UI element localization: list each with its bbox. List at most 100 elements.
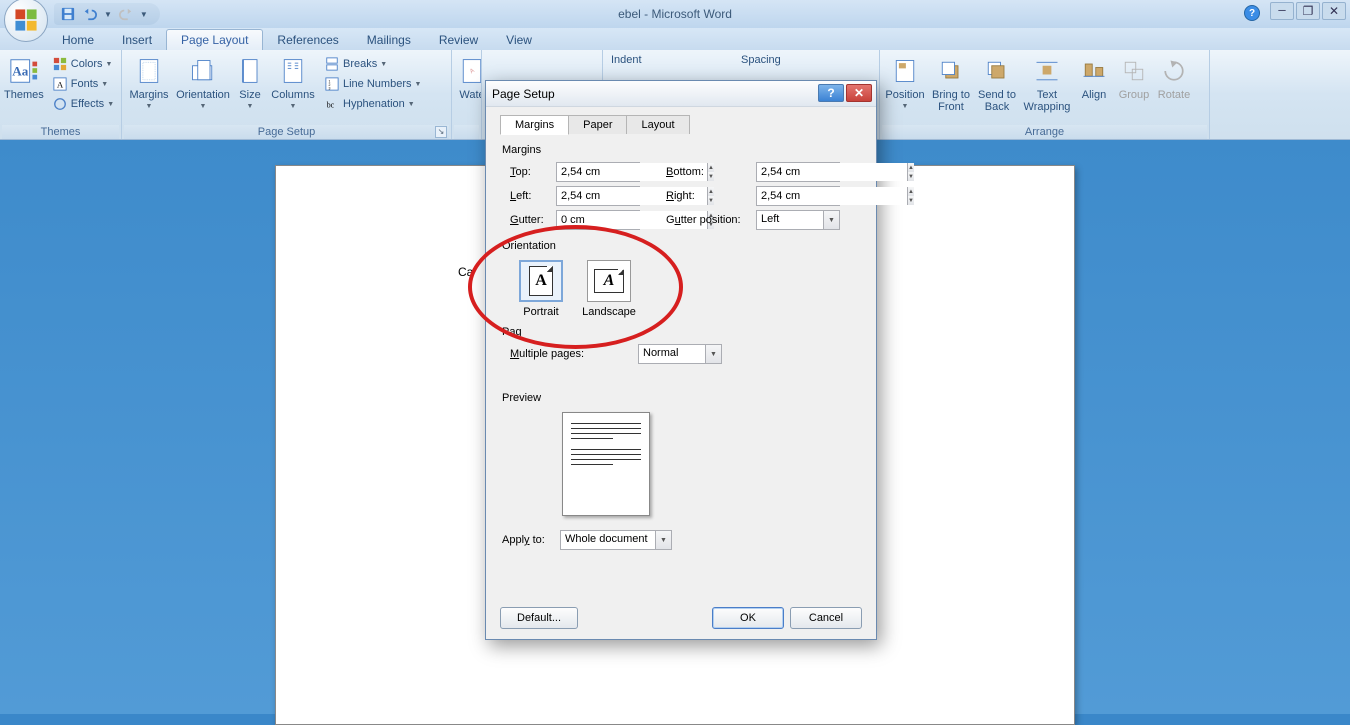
menu-bar: Home Insert Page Layout References Maili…: [0, 28, 1350, 50]
ribbon-group-label: Page Setup↘: [124, 125, 449, 139]
portrait-button[interactable]: A Portrait: [516, 260, 566, 318]
dialog-tab-margins[interactable]: Margins: [500, 115, 569, 135]
minimize-button[interactable]: ─: [1270, 2, 1294, 20]
position-icon: [889, 55, 921, 87]
help-icon[interactable]: ?: [1244, 5, 1260, 21]
right-spinner[interactable]: ▲▼: [756, 186, 840, 206]
line-numbers-button[interactable]: 123Line Numbers ▼: [320, 74, 425, 94]
quick-access-toolbar: ▼ ▼: [54, 3, 160, 25]
send-back-icon: [981, 55, 1013, 87]
save-icon[interactable]: [60, 6, 76, 22]
rotate-button[interactable]: Rotate: [1154, 52, 1194, 104]
svg-text:Aa: Aa: [12, 64, 28, 79]
gutter-position-select[interactable]: Left▼: [756, 210, 840, 230]
landscape-icon: A: [587, 260, 631, 302]
themes-icon: Aa: [8, 55, 40, 87]
office-button[interactable]: [4, 0, 48, 42]
ribbon-group-themes: Aa Themes Colors ▼ AFonts ▼ Effects ▼ Th…: [0, 50, 122, 139]
breaks-icon: [324, 56, 340, 72]
close-button[interactable]: ✕: [1322, 2, 1346, 20]
themes-button[interactable]: Aa Themes: [2, 52, 46, 104]
multiple-pages-label: Multiple pages:: [502, 348, 632, 360]
ribbon-group-label: Arrange: [882, 125, 1207, 139]
qat-customize-icon[interactable]: ▼: [140, 10, 148, 19]
top-spinner[interactable]: ▲▼: [556, 162, 640, 182]
dialog-tab-paper[interactable]: Paper: [568, 115, 627, 135]
redo-icon[interactable]: [118, 6, 134, 22]
dropdown-icon[interactable]: ▼: [705, 345, 721, 363]
left-label: Left:: [502, 190, 550, 202]
gutter-label: Gutter:: [502, 214, 550, 226]
dialog-help-button[interactable]: ?: [818, 84, 844, 102]
dialog-tabs: Margins Paper Layout: [486, 107, 876, 135]
preview-section-label: Preview: [502, 392, 860, 404]
text-wrapping-button[interactable]: Text Wrapping: [1020, 52, 1074, 116]
spacing-label: Spacing: [741, 54, 871, 66]
tab-view[interactable]: View: [492, 30, 546, 50]
ribbon-group-page-setup: Margins▼ Orientation▼ Size▼ Columns▼ Bre…: [122, 50, 452, 139]
fonts-button[interactable]: AFonts ▼: [48, 74, 118, 94]
ribbon-group-arrange: Position▼ Bring to Front Send to Back Te…: [880, 50, 1210, 139]
pages-section-label: Pag: [502, 326, 860, 338]
cancel-button[interactable]: Cancel: [790, 607, 862, 629]
effects-button[interactable]: Effects ▼: [48, 94, 118, 114]
apply-to-label: Apply to:: [502, 534, 554, 546]
effects-icon: [52, 96, 68, 112]
bring-to-front-button[interactable]: Bring to Front: [928, 52, 974, 116]
page-setup-launcher-icon[interactable]: ↘: [435, 126, 447, 138]
window-title: ebel - Microsoft Word: [0, 7, 1350, 21]
tab-home[interactable]: Home: [48, 30, 108, 50]
line-numbers-icon: 123: [324, 76, 340, 92]
rotate-icon: [1158, 55, 1190, 87]
undo-dropdown-icon[interactable]: ▼: [104, 10, 112, 19]
top-label: Top:: [502, 166, 550, 178]
preview-box: [562, 412, 650, 516]
position-button[interactable]: Position▼: [882, 52, 928, 113]
ok-button[interactable]: OK: [712, 607, 784, 629]
dropdown-icon[interactable]: ▼: [823, 211, 839, 229]
size-button[interactable]: Size▼: [232, 52, 268, 113]
dialog-tab-layout[interactable]: Layout: [626, 115, 689, 135]
hyphenation-icon: bc: [324, 96, 340, 112]
apply-to-select[interactable]: Whole document▼: [560, 530, 672, 550]
orientation-section-label: Orientation: [502, 240, 860, 252]
margins-button[interactable]: Margins▼: [124, 52, 174, 113]
portrait-icon: A: [519, 260, 563, 302]
margins-section-label: Margins: [502, 144, 860, 156]
bottom-spinner[interactable]: ▲▼: [756, 162, 840, 182]
gutter-position-label: Gutter position:: [666, 214, 750, 226]
dialog-title-bar[interactable]: Page Setup ? ✕: [486, 81, 876, 107]
watermark-button[interactable]: A Wate: [454, 52, 482, 104]
colors-button[interactable]: Colors ▼: [48, 54, 118, 74]
align-icon: [1078, 55, 1110, 87]
columns-button[interactable]: Columns▼: [268, 52, 318, 113]
tab-mailings[interactable]: Mailings: [353, 30, 425, 50]
landscape-button[interactable]: A Landscape: [584, 260, 634, 318]
svg-text:A: A: [57, 80, 64, 90]
fonts-icon: A: [52, 76, 68, 92]
hyphenation-button[interactable]: bcHyphenation ▼: [320, 94, 425, 114]
send-to-back-button[interactable]: Send to Back: [974, 52, 1020, 116]
undo-icon[interactable]: [82, 6, 98, 22]
dropdown-icon[interactable]: ▼: [655, 531, 671, 549]
default-button[interactable]: Default...: [500, 607, 578, 629]
orientation-icon: [187, 55, 219, 87]
align-button[interactable]: Align: [1074, 52, 1114, 104]
text-wrap-icon: [1031, 55, 1063, 87]
tab-insert[interactable]: Insert: [108, 30, 166, 50]
group-icon: [1118, 55, 1150, 87]
multiple-pages-select[interactable]: Normal▼: [638, 344, 722, 364]
gutter-spinner[interactable]: ▲▼: [556, 210, 640, 230]
doc-text-fragment: Ca: [458, 265, 473, 279]
left-spinner[interactable]: ▲▼: [556, 186, 640, 206]
orientation-button[interactable]: Orientation▼: [174, 52, 232, 113]
dialog-close-button[interactable]: ✕: [846, 84, 872, 102]
group-button[interactable]: Group: [1114, 52, 1154, 104]
tab-review[interactable]: Review: [425, 30, 492, 50]
breaks-button[interactable]: Breaks ▼: [320, 54, 425, 74]
tab-page-layout[interactable]: Page Layout: [166, 29, 263, 50]
restore-button[interactable]: ❐: [1296, 2, 1320, 20]
right-label: Right:: [666, 190, 750, 202]
dialog-content: Margins Top: ▲▼ Bottom: ▲▼ Left: ▲▼ Righ…: [500, 134, 862, 594]
tab-references[interactable]: References: [263, 30, 352, 50]
